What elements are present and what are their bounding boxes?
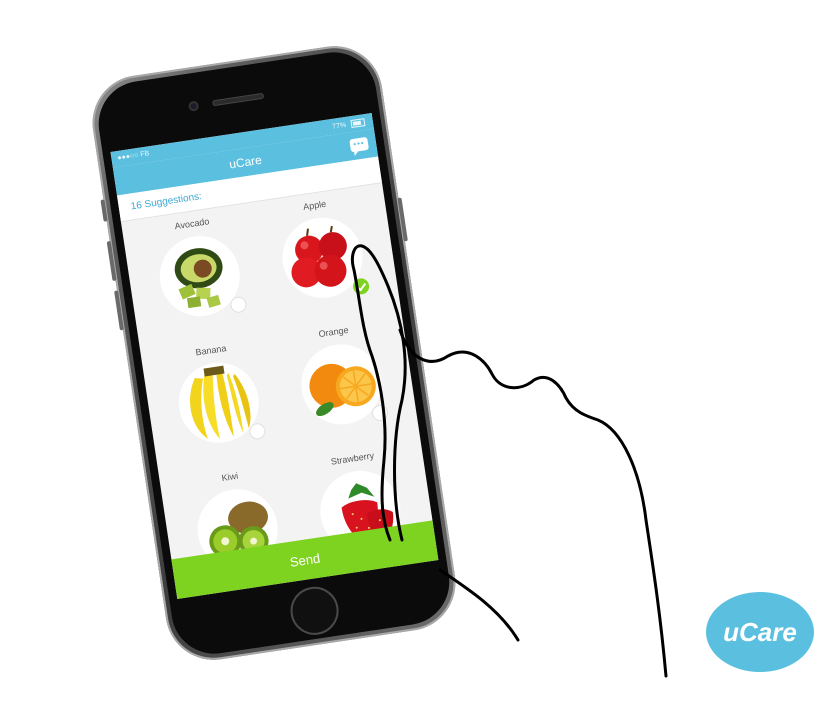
palm-outline [438, 568, 520, 642]
ucare-logo: uCare [706, 592, 814, 672]
finger-outline [350, 244, 407, 542]
hand-outline-drawing [350, 244, 668, 678]
back-of-hand-outline [398, 328, 668, 678]
